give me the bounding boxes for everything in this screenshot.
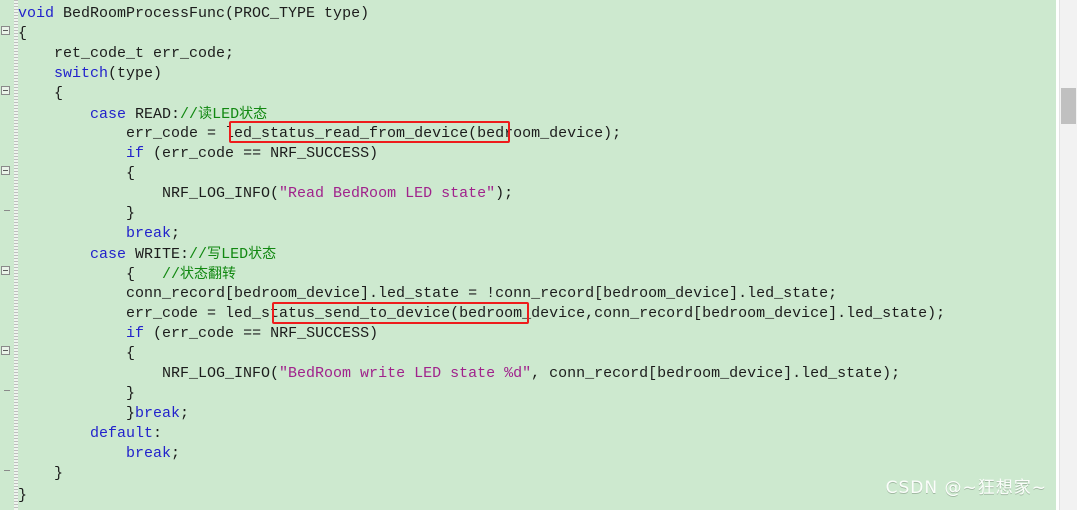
code-line[interactable]: } <box>18 384 135 404</box>
vertical-scrollbar-track[interactable] <box>1059 0 1077 510</box>
code-line[interactable]: NRF_LOG_INFO("BedRoom write LED state %d… <box>18 364 900 384</box>
fold-tick-write-close <box>4 390 10 391</box>
code-token: if <box>126 325 145 342</box>
code-token: 读 <box>198 106 213 122</box>
code-line[interactable]: conn_record[bedroom_device].led_state = … <box>18 284 837 304</box>
code-token: , conn_record[bedroom_device].led_state)… <box>531 365 901 382</box>
code-token: ret_code_t err_code; <box>18 45 235 62</box>
code-line[interactable]: if (err_code == NRF_SUCCESS) <box>18 144 378 164</box>
code-line[interactable]: { <box>18 164 135 184</box>
code-line[interactable]: } <box>18 464 63 484</box>
code-line[interactable]: { <box>18 344 135 364</box>
code-line[interactable]: } <box>18 204 135 224</box>
code-token: ); <box>495 185 514 202</box>
code-text-area[interactable]: void BedRoomProcessFunc(PROC_TYPE type){… <box>18 0 1055 510</box>
code-token: 写 <box>207 246 222 262</box>
code-token: "BedRoom write LED state %d" <box>279 365 532 382</box>
code-token: { <box>18 345 136 362</box>
fold-tick-switch-close <box>4 470 10 471</box>
code-line[interactable]: } <box>18 486 27 506</box>
code-token: conn_record[bedroom_device].led_state = … <box>18 285 838 302</box>
code-line[interactable]: }break; <box>18 404 189 424</box>
code-token: default <box>90 425 154 442</box>
code-line[interactable]: { <box>18 24 27 44</box>
code-token: switch <box>54 65 109 82</box>
code-token: { <box>18 165 136 182</box>
code-token: } <box>18 487 28 504</box>
code-token: ; <box>180 405 190 422</box>
fold-marker-switch-body[interactable] <box>1 86 10 95</box>
code-token: 状态 <box>248 246 277 262</box>
fold-marker-function-body[interactable] <box>1 26 10 35</box>
code-token: } <box>18 385 136 402</box>
code-line[interactable]: { //状态翻转 <box>18 264 236 284</box>
code-line[interactable]: err_code = led_status_send_to_device(bed… <box>18 304 945 324</box>
code-token: // <box>189 246 208 263</box>
code-token: } <box>18 205 136 222</box>
code-token: LED <box>212 106 240 123</box>
code-line[interactable]: err_code = led_status_read_from_device(b… <box>18 124 621 144</box>
fold-marker-if-read-body[interactable] <box>1 166 10 175</box>
code-token: void <box>18 5 55 22</box>
code-token: (type) <box>108 65 163 82</box>
code-token: // <box>180 106 199 123</box>
code-line[interactable]: ret_code_t err_code; <box>18 44 234 64</box>
code-line[interactable]: break; <box>18 444 180 464</box>
vertical-scrollbar-thumb[interactable] <box>1061 88 1076 124</box>
code-line[interactable]: case WRITE://写LED状态 <box>18 244 276 264</box>
code-token: 状态 <box>239 106 268 122</box>
code-token: NRF_LOG_INFO( <box>18 365 280 382</box>
code-token: 状态翻转 <box>180 266 237 282</box>
code-token: (err_code == NRF_SUCCESS) <box>144 325 379 342</box>
fold-marker-if-write-body[interactable] <box>1 346 10 355</box>
gutter-separator <box>14 0 18 510</box>
code-token: "Read BedRoom LED state" <box>279 185 496 202</box>
code-token: case <box>90 106 127 123</box>
code-token: WRITE: <box>126 246 190 263</box>
code-token: err_code = led_status_send_to_device(bed… <box>18 305 946 322</box>
code-line[interactable]: NRF_LOG_INFO("Read BedRoom LED state"); <box>18 184 513 204</box>
code-line[interactable]: break; <box>18 224 180 244</box>
csdn-watermark: CSDN @~狂想家~ <box>885 478 1047 498</box>
code-token: break <box>126 225 172 242</box>
code-token: BedRoomProcessFunc(PROC_TYPE type) <box>54 5 370 22</box>
code-token: NRF_LOG_INFO( <box>18 185 280 202</box>
code-token: // <box>162 266 181 283</box>
code-line[interactable]: { <box>18 84 63 104</box>
code-token: } <box>18 405 136 422</box>
code-token: (err_code == NRF_SUCCESS) <box>144 145 379 162</box>
code-line[interactable]: case READ://读LED状态 <box>18 104 267 124</box>
code-token: READ: <box>126 106 181 123</box>
code-token: break <box>135 405 181 422</box>
code-token: if <box>126 145 145 162</box>
code-token: : <box>153 425 163 442</box>
code-token: ; <box>171 445 181 462</box>
code-token: { <box>18 25 28 42</box>
fold-gutter <box>0 0 14 510</box>
code-token: LED <box>221 246 249 263</box>
code-line[interactable]: if (err_code == NRF_SUCCESS) <box>18 324 378 344</box>
code-editor-window[interactable]: void BedRoomProcessFunc(PROC_TYPE type){… <box>0 0 1077 510</box>
code-token: } <box>18 465 64 482</box>
code-token: { <box>18 85 64 102</box>
code-token: break <box>126 445 172 462</box>
code-line[interactable]: switch(type) <box>18 64 162 84</box>
fold-tick-read-close <box>4 210 10 211</box>
code-line[interactable]: default: <box>18 424 162 444</box>
code-token: err_code = led_status_read_from_device(b… <box>18 125 622 142</box>
code-line[interactable]: void BedRoomProcessFunc(PROC_TYPE type) <box>18 4 369 24</box>
code-token: case <box>90 246 127 263</box>
code-token: { <box>18 266 163 283</box>
fold-marker-write-body[interactable] <box>1 266 10 275</box>
code-token: ; <box>171 225 181 242</box>
